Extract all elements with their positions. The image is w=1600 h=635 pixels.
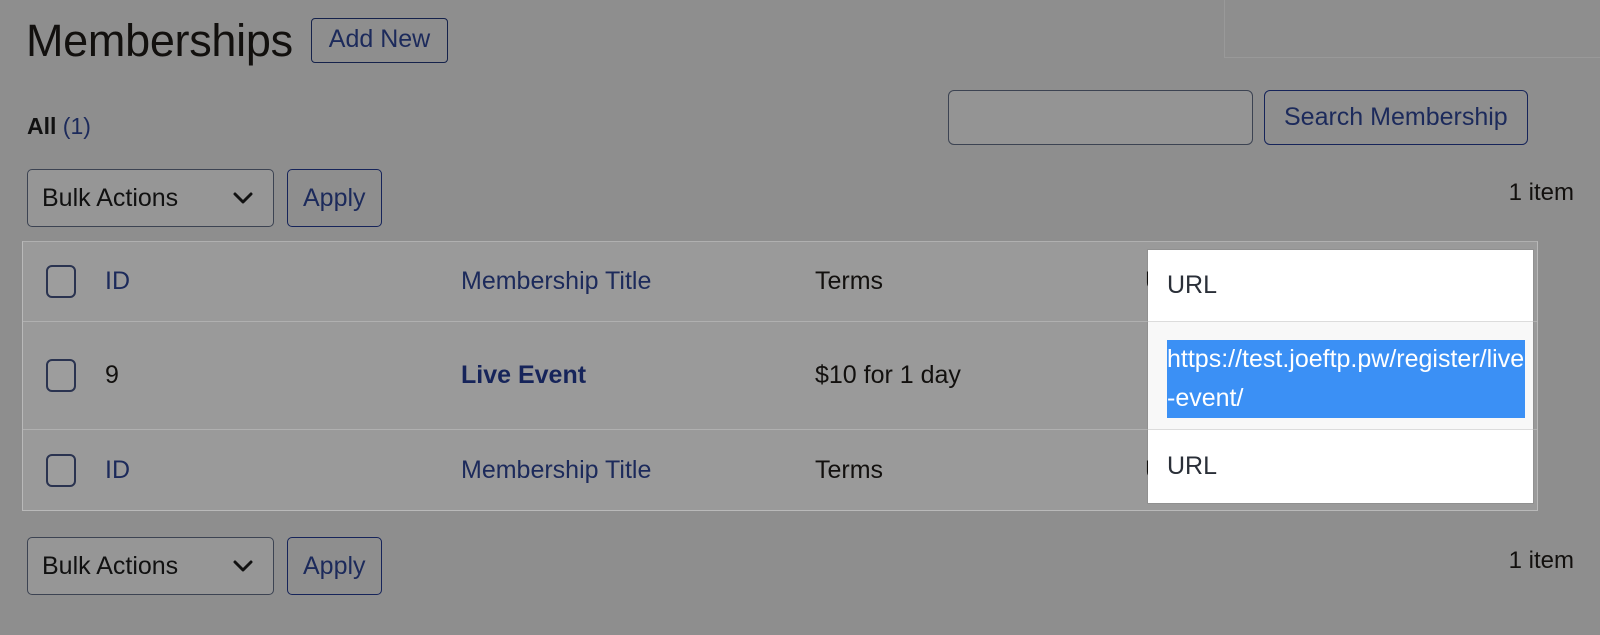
row-id: 9 (105, 361, 119, 389)
search-input[interactable] (948, 90, 1253, 145)
column-footer-terms: Terms (815, 455, 884, 484)
select-all-checkbox-bottom[interactable] (46, 453, 76, 487)
column-footer-title[interactable]: Membership Title (461, 430, 815, 510)
add-new-button[interactable]: Add New (310, 18, 449, 63)
row-title-link[interactable]: Live Event (461, 322, 815, 429)
page-header: Memberships Add New (26, 15, 449, 66)
select-all-cell-bottom (23, 430, 105, 510)
row-terms: $10 for 1 day (815, 361, 961, 389)
apply-button-bottom[interactable]: Apply (287, 537, 382, 595)
column-header-title[interactable]: Membership Title (461, 242, 815, 321)
row-checkbox[interactable] (46, 359, 76, 392)
memberships-page: Memberships Add New All (1) Search Membe… (0, 0, 1600, 635)
tablenav-top: Bulk Actions Apply 1 item (0, 169, 1600, 227)
url-panel-footer: URL (1148, 430, 1533, 502)
bulk-actions-label-bottom: Bulk Actions (42, 551, 179, 580)
bulk-actions-select-top[interactable]: Bulk Actions (27, 169, 274, 227)
column-header-id[interactable]: ID (105, 242, 461, 321)
page-title: Memberships (26, 15, 293, 66)
bulk-actions-select-bottom[interactable]: Bulk Actions (27, 537, 274, 595)
top-right-panel-edge (1224, 0, 1600, 58)
bulk-actions-group-top: Bulk Actions Apply (27, 169, 382, 227)
select-all-cell-top (23, 242, 105, 321)
search-box: Search Membership (948, 90, 1528, 145)
filter-all-count: (1) (62, 113, 91, 139)
filter-all-link[interactable]: All (27, 113, 56, 139)
url-selected-text[interactable]: https://test.joeftp.pw/register/live-eve… (1167, 340, 1525, 418)
column-footer-id[interactable]: ID (105, 430, 461, 510)
filter-links: All (1) (27, 113, 91, 140)
chevron-down-icon (233, 192, 253, 204)
url-column-panel: URL https://test.joeftp.pw/register/live… (1148, 250, 1533, 503)
url-panel-header: URL (1148, 250, 1533, 322)
search-membership-button[interactable]: Search Membership (1264, 90, 1528, 145)
chevron-down-icon (233, 560, 253, 572)
item-count-bottom: 1 item (1508, 547, 1574, 574)
apply-button-top[interactable]: Apply (287, 169, 382, 227)
select-all-checkbox-top[interactable] (46, 265, 76, 298)
item-count-top: 1 item (1508, 179, 1574, 206)
tablenav-bottom: Bulk Actions Apply 1 item (0, 537, 1600, 595)
column-header-terms: Terms (815, 267, 884, 295)
row-select-cell (23, 322, 105, 429)
bulk-actions-label-top: Bulk Actions (42, 183, 179, 212)
bulk-actions-group-bottom: Bulk Actions Apply (27, 537, 382, 595)
url-panel-value-cell: https://test.joeftp.pw/register/live-eve… (1148, 322, 1533, 430)
